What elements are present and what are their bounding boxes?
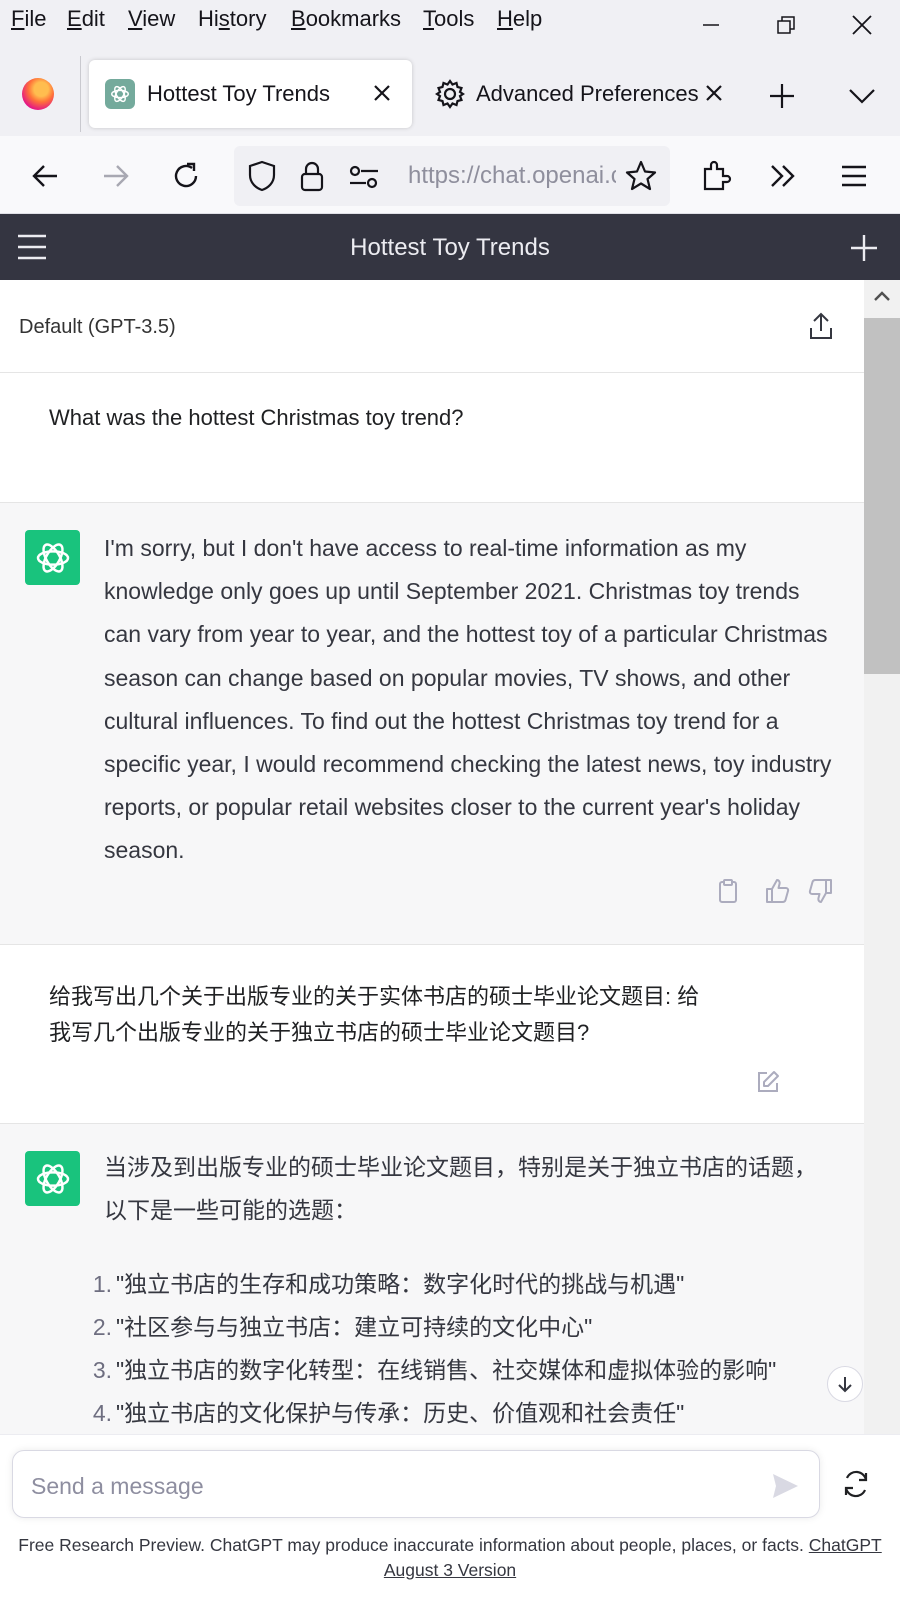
model-label: Default (GPT-3.5) [19,316,176,338]
url-bar[interactable]: https://chat.openai.com [234,146,670,206]
send-icon[interactable] [767,1468,803,1504]
gear-icon [435,79,465,109]
reload-icon [174,162,198,188]
close-icon [706,85,722,101]
forward-arrow-icon [104,165,129,187]
forward-button[interactable] [96,156,136,196]
extensions-icon [703,160,732,191]
assistant-message: I'm sorry, but I don't have access to re… [0,503,864,945]
copy-button[interactable] [713,876,743,906]
permissions-icon[interactable] [348,163,380,191]
app-menu-button[interactable] [834,156,874,196]
tab-close-button[interactable] [366,77,398,109]
regenerate-icon[interactable] [838,1466,874,1502]
assistant-avatar [25,1151,80,1206]
close-icon [374,85,390,101]
shield-icon[interactable] [246,159,278,193]
chevron-down-icon[interactable] [842,76,882,116]
thumbs-down-icon [808,879,832,903]
tab-title: Advanced Preferences [476,81,699,106]
hamburger-icon [842,165,866,187]
url-text[interactable]: https://chat.openai.com [408,162,616,190]
assistant-message-text: 当涉及到出版专业的硕士毕业论文题目，特别是关于独立书店的话题，以下是一些可能的选… [104,1154,817,1224]
scrollbar-thumb[interactable] [864,318,900,674]
assistant-avatar [25,530,80,585]
lock-icon[interactable] [298,159,326,193]
extensions-button[interactable] [696,156,736,196]
star-icon[interactable] [624,159,658,193]
tab-separator [80,56,81,132]
restore-button[interactable] [766,8,806,42]
tab-hottest-toy-trends[interactable]: Hottest Toy Trends [89,60,412,128]
assistant-message: 当涉及到出版专业的硕士毕业论文题目，特别是关于独立书店的话题，以下是一些可能的选… [0,1124,864,1434]
thumbs-up-button[interactable] [762,876,792,906]
tab-title: Hottest Toy Trends [147,81,331,106]
edit-icon [758,1071,779,1092]
minimize-button[interactable] [691,8,731,42]
list-item: 1. "独立书店的生存和成功策略：数字化时代的挑战与机遇" [92,1271,685,1297]
composer: Free Research Preview. ChatGPT may produ… [0,1434,900,1600]
chat-header: Hottest Toy Trends [0,214,900,280]
menu-help[interactable]: Help [497,6,542,32]
list-item: 2. "社区参与与独立书店：建立可持续的文化中心" [92,1314,593,1340]
message-input-box[interactable] [12,1450,820,1518]
firefox-logo-icon[interactable] [22,78,54,110]
close-icon [852,15,872,35]
tab-strip: Hottest Toy Trends Advanced Preferences [0,44,900,136]
back-arrow-icon [32,165,57,187]
back-button[interactable] [25,156,65,196]
menu-view[interactable]: View [128,6,175,32]
user-message-text: What was the hottest Christmas toy trend… [49,405,464,430]
list-item: 4. "独立书店的文化保护与传承：历史、价值观和社会责任" [92,1400,685,1426]
menu-file[interactable]: File [11,6,46,32]
scroll-up-arrow-icon[interactable] [870,284,894,308]
tab-close-button[interactable] [698,77,730,109]
user-message: 给我写出几个关于出版专业的关于实体书店的硕士毕业论文题目: 给 我写几个出版专业… [0,945,864,1124]
model-bar: Default (GPT-3.5) [0,280,864,373]
minimize-icon [703,24,719,26]
assistant-message-text: I'm sorry, but I don't have access to re… [104,535,832,864]
reload-button[interactable] [166,156,206,196]
user-message-line: 我写几个出版专业的关于独立书店的硕士毕业论文题目? [49,1020,590,1045]
arrow-down-icon [838,1377,852,1393]
thumbs-down-button[interactable] [806,876,836,906]
openai-favicon-icon [105,79,135,109]
scrollbar[interactable] [864,280,900,1434]
menu-bookmarks[interactable]: Bookmarks [291,6,401,32]
chat-content: Default (GPT-3.5) What was the hottest C… [0,280,864,1434]
overflow-chevrons-icon [771,165,795,187]
share-icon[interactable] [804,310,838,344]
menu-bar: File Edit View History Bookmarks Tools H… [0,0,900,44]
tab-advanced-preferences[interactable]: Advanced Preferences [430,60,730,128]
clipboard-icon [719,879,737,903]
openai-logo-icon [36,1163,69,1194]
nav-bar: https://chat.openai.com [0,136,900,214]
restore-icon [777,16,795,34]
plus-icon[interactable] [762,76,802,116]
thumbs-up-icon [766,879,790,903]
user-message: What was the hottest Christmas toy trend… [0,373,864,503]
chat-title: Hottest Toy Trends [350,234,550,261]
edit-button[interactable] [753,1067,783,1097]
user-message-line: 给我写出几个关于出版专业的关于实体书店的硕士毕业论文题目: 给 [49,984,700,1009]
plus-icon[interactable] [846,230,882,266]
window-close-button[interactable] [842,8,882,42]
scroll-to-bottom-button[interactable] [827,1366,863,1402]
menu-tools[interactable]: Tools [423,6,474,32]
openai-logo-icon [36,542,69,573]
menu-history[interactable]: History [198,6,266,32]
menu-edit[interactable]: Edit [67,6,105,32]
overflow-button[interactable] [763,156,803,196]
message-input[interactable] [31,1469,731,1503]
list-item: 3. "独立书店的数字化转型：在线销售、社交媒体和虚拟体验的影响" [92,1357,777,1383]
footer-disclaimer: Free Research Preview. ChatGPT may produ… [18,1535,882,1580]
